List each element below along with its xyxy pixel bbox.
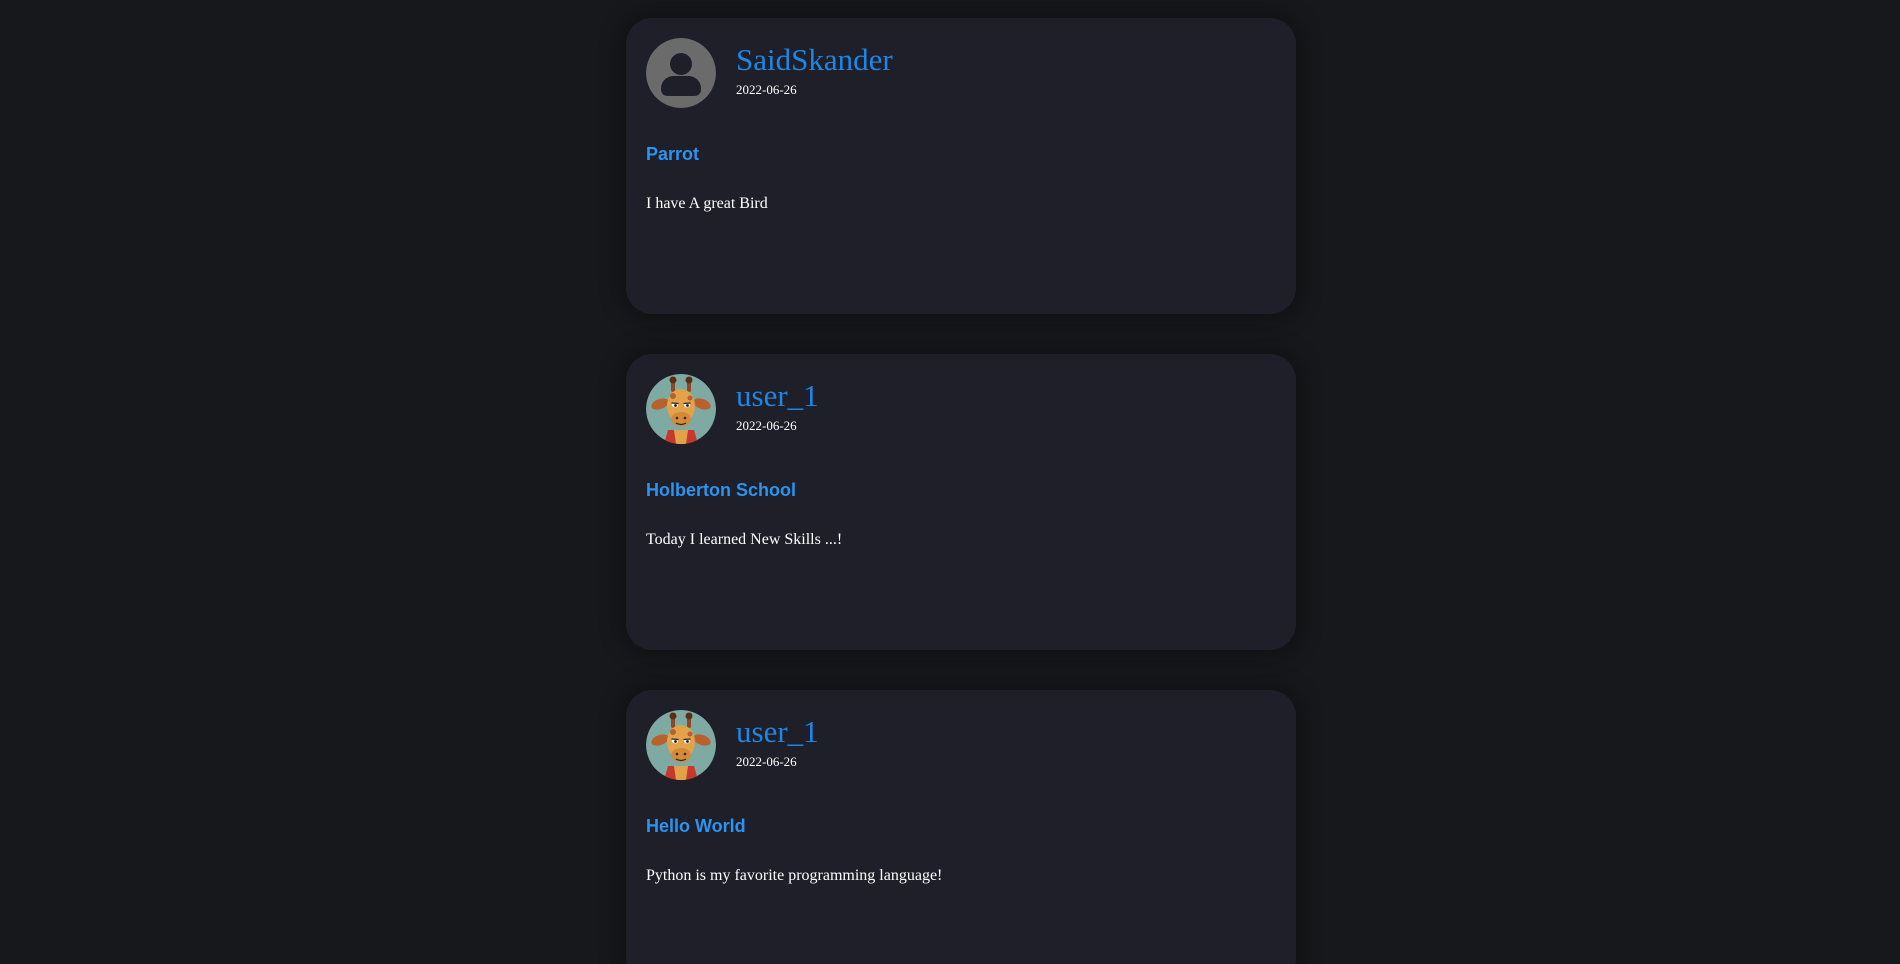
post-feed: SaidSkander 2022-06-26 Parrot I have A g… [0, 0, 1900, 964]
post-date: 2022-06-26 [736, 82, 797, 97]
post-title[interactable]: Holberton School [646, 479, 796, 501]
post-title[interactable]: Parrot [646, 143, 699, 165]
default-user-avatar-icon[interactable] [646, 38, 716, 108]
post-title[interactable]: Hello World [646, 815, 746, 837]
giraffe-avatar-icon[interactable] [646, 374, 716, 444]
post-body: Today I learned New Skills ...! [646, 531, 843, 548]
giraffe-avatar-icon[interactable] [646, 710, 716, 780]
post-body: I have A great Bird [646, 195, 768, 212]
post-username[interactable]: user_1 [736, 378, 819, 414]
post-date: 2022-06-26 [736, 418, 797, 433]
post-card: SaidSkander 2022-06-26 Parrot I have A g… [626, 18, 1296, 314]
post-card: user_1 2022-06-26 Hello World Python is … [626, 690, 1296, 964]
post-body: Python is my favorite programming langua… [646, 867, 943, 884]
post-date: 2022-06-26 [736, 754, 797, 769]
post-username[interactable]: user_1 [736, 714, 819, 750]
post-username[interactable]: SaidSkander [736, 42, 893, 78]
post-card: user_1 2022-06-26 Holberton School Today… [626, 354, 1296, 650]
